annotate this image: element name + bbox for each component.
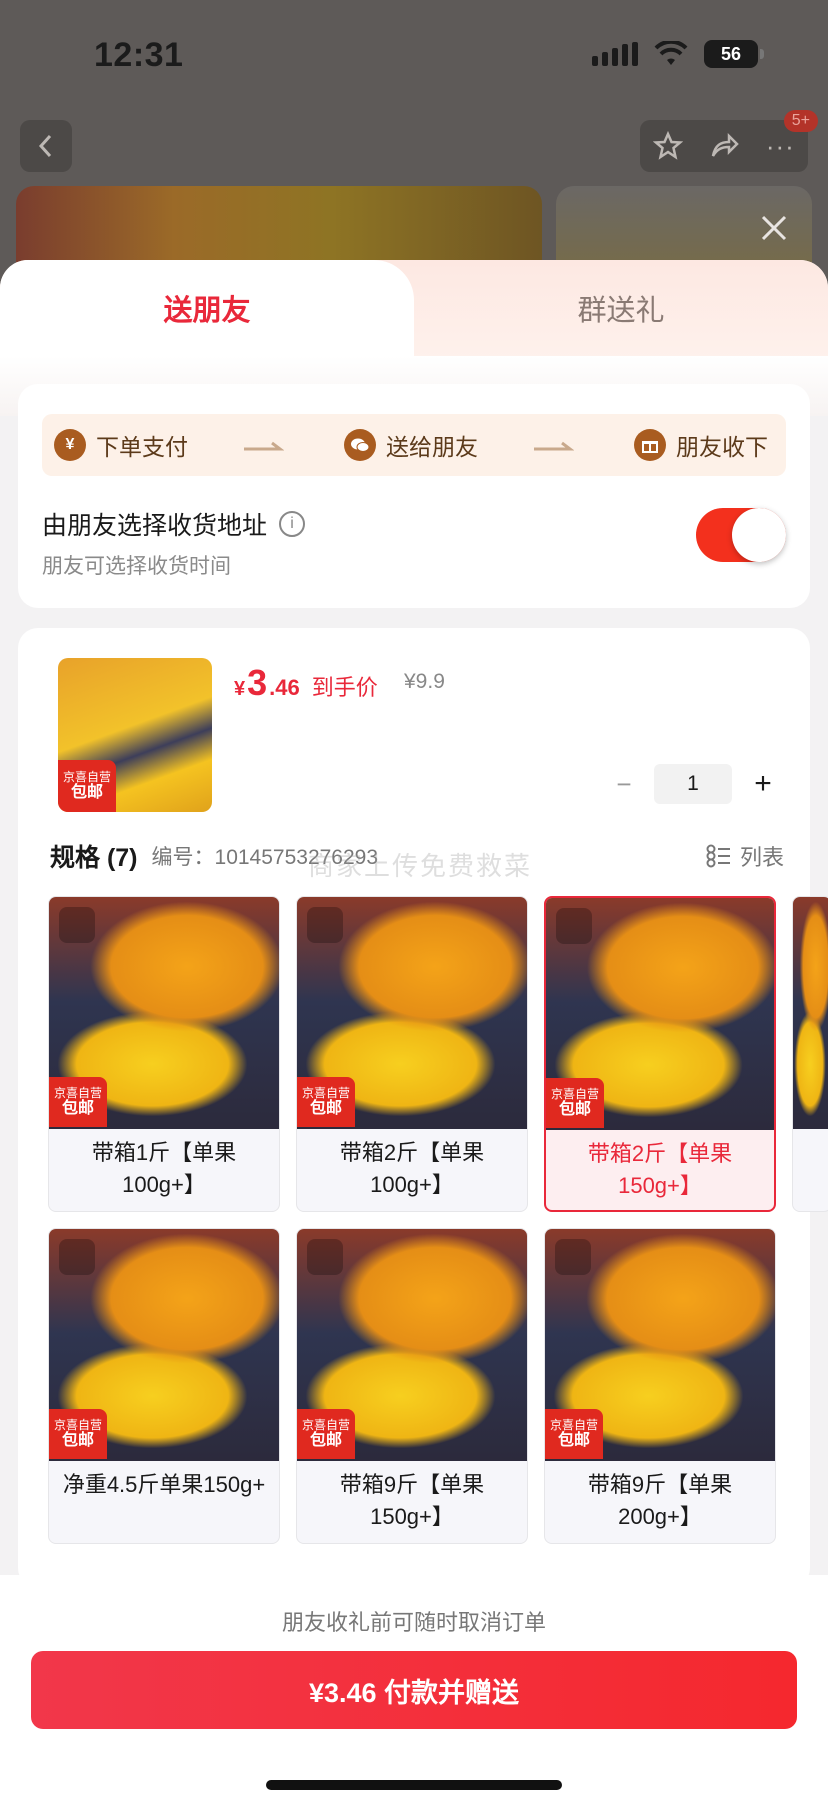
spec-option-partial[interactable] <box>792 896 828 1212</box>
status-time: 12:31 <box>94 36 184 74</box>
more-icon[interactable]: ··· <box>766 131 795 162</box>
tag-top: 京喜自营 <box>549 1417 598 1432</box>
tag-bottom: 包邮 <box>70 783 103 801</box>
price-symbol: ¥ <box>234 678 246 700</box>
spec-option[interactable]: 京喜自营 包邮 带箱2斤【单果100g+】 <box>296 896 528 1212</box>
home-indicator <box>266 1780 562 1790</box>
tag-top: 京喜自营 <box>550 1086 599 1101</box>
product-card: 京喜自营 包邮 ¥ 3 .46 到手价 ¥9.9 − 1 + 规格 (7) 编号… <box>18 628 828 1588</box>
spec-label: 带箱9斤【单果200g+】 <box>587 1472 733 1529</box>
address-toggle[interactable] <box>696 508 786 562</box>
jingxi-tag: 京喜自营 包邮 <box>49 1077 107 1127</box>
expand-icon[interactable] <box>59 907 95 943</box>
tag-top: 京喜自营 <box>62 769 111 784</box>
spec-option[interactable]: 京喜自营 包邮 带箱9斤【单果150g+】 <box>296 1228 528 1544</box>
expand-icon[interactable] <box>59 1239 95 1275</box>
spec-option[interactable]: 京喜自营 包邮 净重4.5斤单果150g+ <box>48 1228 280 1544</box>
expand-icon[interactable] <box>307 907 343 943</box>
jingxi-tag: 京喜自营 包邮 <box>297 1077 355 1127</box>
price-label: 到手价 <box>311 675 378 700</box>
expand-icon[interactable] <box>555 1239 591 1275</box>
gift-sheet: 送朋友 群送礼 ¥ 下单支付 送给朋友 朋友收下 由朋友选择收货地址 i 朋友可… <box>0 260 828 1795</box>
tag-bottom: 包邮 <box>558 1100 591 1118</box>
tag-bottom: 包邮 <box>61 1099 94 1117</box>
spec-title: 规格 (7) <box>50 844 138 872</box>
footer-bar: 朋友收礼前可随时取消订单 ¥3.46 付款并赠送 <box>0 1575 828 1795</box>
tag-top: 京喜自营 <box>53 1085 102 1100</box>
product-thumbnail[interactable]: 京喜自营 包邮 <box>58 658 212 812</box>
chevron-left-icon <box>38 134 52 158</box>
expand-icon[interactable] <box>307 1239 343 1275</box>
jingxi-tag: 京喜自营 包邮 <box>49 1409 107 1459</box>
step-label: 朋友收下 <box>676 434 768 460</box>
tag-top: 京喜自营 <box>301 1417 350 1432</box>
step-receive: 朋友收下 <box>634 414 768 476</box>
tag-bottom: 包邮 <box>309 1431 342 1449</box>
wifi-icon <box>654 41 688 65</box>
jingxi-tag: 京喜自营 包邮 <box>58 760 116 812</box>
list-icon <box>706 844 730 868</box>
tag-bottom: 包邮 <box>61 1431 94 1449</box>
quantity-input[interactable]: 1 <box>654 764 732 804</box>
spec-label: 净重4.5斤单果150g+ <box>62 1472 266 1497</box>
arrow-icon <box>534 441 574 451</box>
tag-bottom: 包邮 <box>557 1431 590 1449</box>
top-actions: ··· 5+ <box>640 110 818 172</box>
tab-group-gift[interactable]: 群送礼 <box>414 260 828 356</box>
spec-option-selected[interactable]: 京喜自营 包邮 带箱2斤【单果150g+】 <box>544 896 776 1212</box>
tab-send-friend[interactable]: 送朋友 <box>0 260 414 356</box>
close-icon[interactable] <box>758 212 790 244</box>
list-view-label: 列表 <box>739 845 784 870</box>
tag-top: 京喜自营 <box>53 1417 102 1432</box>
spec-option[interactable]: 京喜自营 包邮 带箱1斤【单果100g+】 <box>48 896 280 1212</box>
status-icons: 56 <box>592 40 764 68</box>
increase-button[interactable]: + <box>750 767 776 801</box>
share-icon[interactable] <box>709 131 740 161</box>
address-option-title: 由朋友选择收货地址 <box>42 512 268 540</box>
step-label: 送给朋友 <box>386 434 478 460</box>
jingxi-tag: 京喜自营 包邮 <box>546 1078 604 1128</box>
tag-bottom: 包邮 <box>309 1099 342 1117</box>
step-pay: ¥ 下单支付 <box>54 414 188 476</box>
gift-flow-card: ¥ 下单支付 送给朋友 朋友收下 由朋友选择收货地址 i 朋友可选择收货时间 <box>18 384 810 608</box>
info-icon[interactable]: i <box>279 511 306 537</box>
spec-label: 带箱1斤【单果100g+】 <box>91 1140 237 1197</box>
decrease-button[interactable]: − <box>612 769 636 800</box>
step-send: 送给朋友 <box>344 414 478 476</box>
status-bar: 12:31 56 <box>0 0 828 110</box>
battery-icon: 56 <box>704 40 764 68</box>
cellular-signal-icon <box>592 42 638 66</box>
list-view-button[interactable]: 列表 <box>706 840 784 872</box>
yen-icon: ¥ <box>54 429 86 461</box>
pay-and-gift-button[interactable]: ¥3.46 付款并赠送 <box>31 1651 797 1729</box>
price-dec: .46 <box>269 675 300 700</box>
gift-icon <box>634 429 666 461</box>
jingxi-tag: 京喜自营 包邮 <box>545 1409 603 1459</box>
toggle-knob <box>732 508 786 562</box>
cart-badge: 5+ <box>783 110 818 132</box>
price-int: 3 <box>247 662 268 703</box>
watermark: 商家上传免费救菜 <box>308 851 533 881</box>
spec-image <box>793 897 828 1129</box>
arrow-icon <box>244 441 284 451</box>
spec-label: 带箱9斤【单果150g+】 <box>339 1472 485 1529</box>
address-option: 由朋友选择收货地址 i <box>42 506 306 542</box>
gift-steps: ¥ 下单支付 送给朋友 朋友收下 <box>42 414 786 476</box>
star-icon[interactable] <box>653 131 684 161</box>
original-price: ¥9.9 <box>404 670 445 693</box>
spec-label: 带箱2斤【单果150g+】 <box>587 1141 733 1198</box>
spec-label: 带箱2斤【单果100g+】 <box>339 1140 485 1197</box>
expand-icon[interactable] <box>556 908 592 944</box>
step-label: 下单支付 <box>96 434 188 460</box>
final-price: ¥ 3 .46 到手价 <box>234 662 378 704</box>
quantity-stepper: − 1 + <box>612 764 776 804</box>
back-button[interactable] <box>20 120 72 172</box>
address-option-subtitle: 朋友可选择收货时间 <box>42 555 231 578</box>
tag-top: 京喜自营 <box>301 1085 350 1100</box>
wechat-icon <box>344 429 376 461</box>
spec-option[interactable]: 京喜自营 包邮 带箱9斤【单果200g+】 <box>544 1228 776 1544</box>
cancel-note: 朋友收礼前可随时取消订单 <box>281 1610 546 1635</box>
jingxi-tag: 京喜自营 包邮 <box>297 1409 355 1459</box>
